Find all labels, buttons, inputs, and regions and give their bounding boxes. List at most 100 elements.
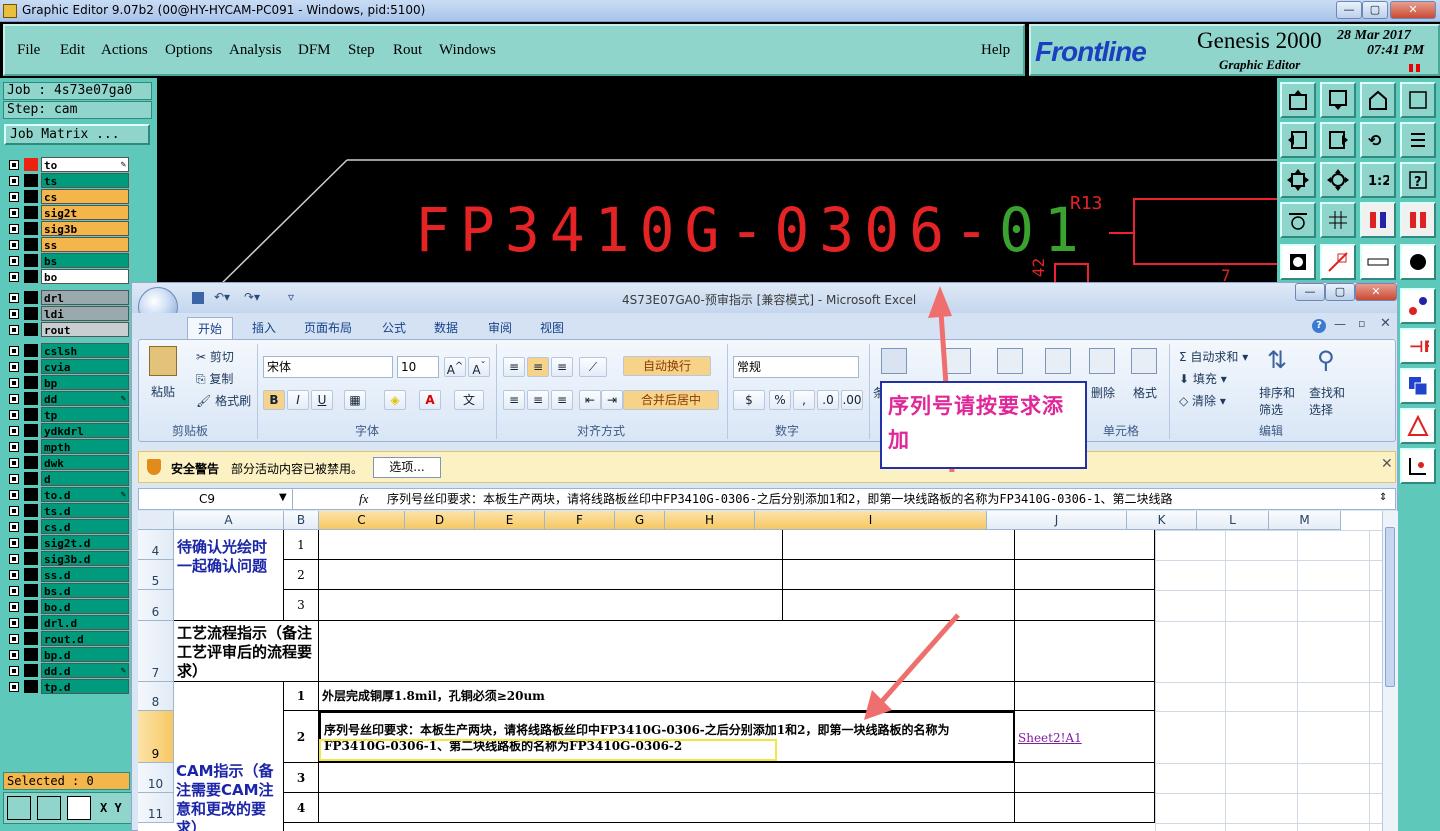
cell-c7[interactable] <box>319 621 1015 682</box>
save-icon[interactable] <box>192 292 204 304</box>
fill-color-button[interactable]: ◈ <box>384 390 406 410</box>
align-top-button[interactable]: ≡ <box>503 357 525 377</box>
spreadsheet-grid[interactable]: ABCDEFGHIJKLM 4 5 6 7 8 9 10 11 待确认光绘时一起确认问题 1 … <box>138 511 1382 831</box>
menu-file[interactable]: File <box>17 42 40 59</box>
select-all-corner[interactable] <box>138 511 174 530</box>
minimize-button[interactable]: — <box>1336 1 1362 19</box>
tool-help-icon[interactable]: ? <box>1400 162 1436 198</box>
cell-c10[interactable] <box>319 763 1015 793</box>
menu-options[interactable]: Options <box>165 42 213 59</box>
cell-b5[interactable]: 2 <box>284 560 319 590</box>
layer-row-tp-d[interactable]: tp.d <box>6 679 129 694</box>
layer-affect-icon[interactable] <box>24 440 38 453</box>
find-select-icon[interactable]: ⚲ <box>1317 346 1335 374</box>
cell-j9-link[interactable]: Sheet2!A1 <box>1015 711 1155 763</box>
layer-affect-icon[interactable] <box>24 520 38 533</box>
help-icon[interactable]: ? <box>1312 319 1326 333</box>
tool-fit-icon[interactable] <box>1280 162 1316 198</box>
layer-affect-icon[interactable] <box>24 456 38 469</box>
cell-c5[interactable] <box>319 560 783 590</box>
copy-button[interactable]: ⎘ 复制 <box>196 370 233 387</box>
layer-affect-icon[interactable] <box>24 323 38 336</box>
tab-view[interactable]: 视图 <box>540 317 564 339</box>
tool-grid-icon[interactable] <box>1320 202 1356 238</box>
layer-row-bo[interactable]: bo <box>6 269 129 284</box>
layer-row-sig2t-d[interactable]: sig2t.d <box>6 535 129 550</box>
layer-checkbox[interactable] <box>9 378 19 388</box>
merge-center-button[interactable]: 合并后居中 <box>623 390 719 410</box>
cell-a10[interactable]: CAM指示（备注需要CAM注意和更改的要求） <box>174 682 284 831</box>
layer-affect-icon[interactable] <box>24 680 38 693</box>
layer-row-cs-d[interactable]: cs.d <box>6 519 129 534</box>
find-button[interactable]: 查找和 <box>1309 384 1345 401</box>
wrap-text-button[interactable]: 自动换行 <box>623 356 711 376</box>
layer-checkbox[interactable] <box>9 682 19 692</box>
layer-row-bo-d[interactable]: bo.d <box>6 599 129 614</box>
layer-affect-icon[interactable] <box>24 552 38 565</box>
layer-affect-icon[interactable] <box>24 158 38 171</box>
tool-line-icon[interactable] <box>1320 244 1356 280</box>
increase-indent-button[interactable]: ⇥ <box>601 390 623 410</box>
layer-row-sig3b-d[interactable]: sig3b.d <box>6 551 129 566</box>
undo-icon[interactable]: ↶▾ <box>214 290 230 304</box>
layer-checkbox[interactable] <box>9 240 19 250</box>
layer-row-bs[interactable]: bs <box>6 253 129 268</box>
layer-affect-icon[interactable] <box>24 376 38 389</box>
layer-affect-icon[interactable] <box>24 206 38 219</box>
layer-checkbox[interactable] <box>9 224 19 234</box>
cell-j5[interactable] <box>1015 560 1155 590</box>
tool-frame-icon[interactable]: ⊣F <box>1400 328 1436 364</box>
tab-page-layout[interactable]: 页面布局 <box>304 317 352 339</box>
font-name-select[interactable]: 宋体 <box>263 356 393 378</box>
layer-affect-icon[interactable] <box>24 190 38 203</box>
row-header-11[interactable]: 11 <box>138 793 174 823</box>
table-format-icon[interactable] <box>945 348 971 374</box>
layer-affect-icon[interactable] <box>24 360 38 373</box>
layer-checkbox[interactable] <box>9 474 19 484</box>
align-center-button[interactable]: ≡ <box>527 390 549 410</box>
scroll-thumb[interactable] <box>1385 527 1395 687</box>
layer-checkbox[interactable] <box>9 309 19 319</box>
layer-checkbox[interactable] <box>9 554 19 564</box>
increase-decimal-button[interactable]: .0 <box>817 390 839 410</box>
layer-row-bp-d[interactable]: bp.d <box>6 647 129 662</box>
redo-icon[interactable]: ↷▾ <box>244 290 260 304</box>
col-header-k[interactable]: K <box>1127 511 1197 530</box>
menu-rout[interactable]: Rout <box>393 42 422 59</box>
tab-insert[interactable]: 插入 <box>252 317 276 339</box>
tool-left-icon[interactable] <box>1280 122 1316 158</box>
cell-j10[interactable] <box>1015 763 1155 793</box>
layer-affect-icon[interactable] <box>24 344 38 357</box>
layer-row-cs[interactable]: cs <box>6 189 129 204</box>
layer-checkbox[interactable] <box>9 506 19 516</box>
close-button[interactable]: ✕ <box>1390 1 1436 19</box>
cell-j8[interactable] <box>1015 682 1155 711</box>
conditional-format-icon[interactable] <box>881 348 907 374</box>
tool-right-icon[interactable] <box>1320 122 1356 158</box>
shrink-font-button[interactable]: Aˇ <box>468 357 490 377</box>
ribbon-minimize-icon[interactable]: — <box>1334 317 1346 331</box>
layer-row-dwk[interactable]: dwk <box>6 455 129 470</box>
menu-step[interactable]: Step <box>348 42 375 59</box>
cell-b11[interactable]: 4 <box>284 793 319 823</box>
layer-checkbox[interactable] <box>9 618 19 628</box>
layer-row-dd[interactable]: dd ✎ <box>6 391 129 406</box>
layer-affect-icon[interactable] <box>24 536 38 549</box>
align-left-button[interactable]: ≡ <box>503 390 525 410</box>
function-icon[interactable]: fx <box>359 491 368 507</box>
layer-row-sig3b[interactable]: sig3b <box>6 221 129 236</box>
paste-button[interactable]: 粘贴 <box>151 383 175 400</box>
layer-checkbox[interactable] <box>9 293 19 303</box>
layer-row-drl-d[interactable]: drl.d <box>6 615 129 630</box>
formula-input[interactable]: 序列号丝印要求：本板生产两块，请将线路板丝印中FP3410G-0306-之后分别… <box>387 489 1367 509</box>
cell-a4[interactable]: 待确认光绘时一起确认问题 <box>174 530 284 621</box>
decrease-indent-button[interactable]: ⇤ <box>579 390 601 410</box>
cell-i4[interactable] <box>783 530 1015 560</box>
layer-checkbox[interactable] <box>9 666 19 676</box>
sort-button[interactable]: 排序和 <box>1259 384 1295 401</box>
cell-j4[interactable] <box>1015 530 1155 560</box>
tool-down-icon[interactable] <box>1320 82 1356 118</box>
layer-checkbox[interactable] <box>9 634 19 644</box>
cell-i6[interactable] <box>783 590 1015 621</box>
layer-row-cvia[interactable]: cvia <box>6 359 129 374</box>
